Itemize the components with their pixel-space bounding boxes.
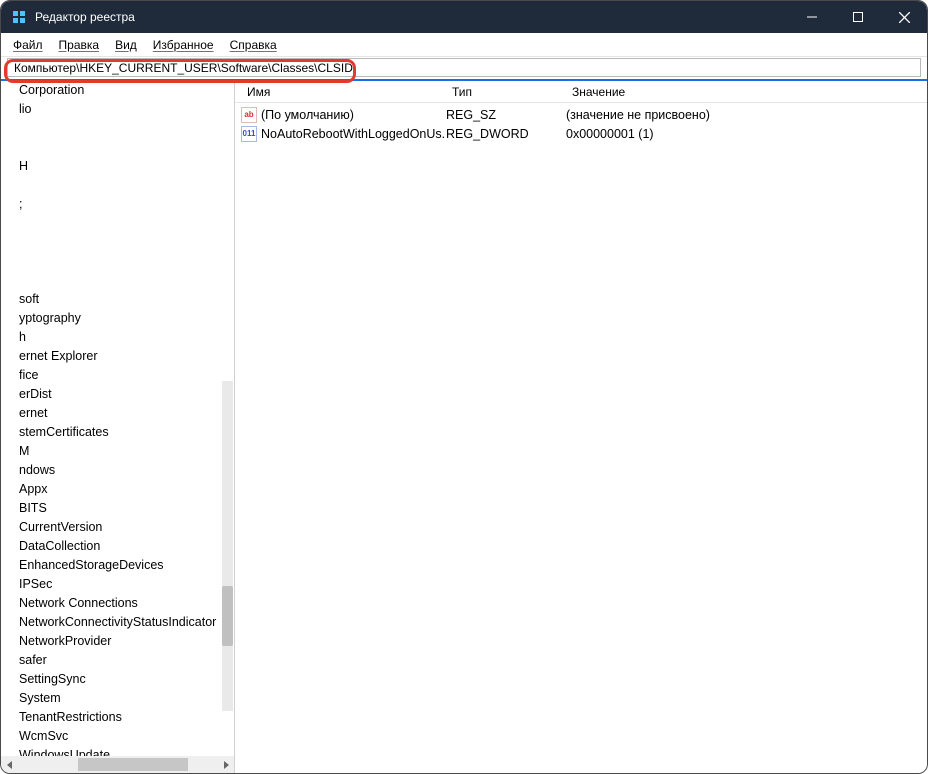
addressbar-container xyxy=(1,57,927,79)
tree-item[interactable]: System xyxy=(1,689,234,708)
menu-favorites[interactable]: Избранное xyxy=(145,36,222,54)
app-icon xyxy=(11,9,27,25)
tree-item[interactable]: ; xyxy=(1,195,234,214)
value-cell-name: ab (По умолчанию) xyxy=(241,107,446,123)
window-title: Редактор реестра xyxy=(35,10,135,24)
tree-item[interactable] xyxy=(1,214,234,233)
tree-item[interactable]: soft xyxy=(1,290,234,309)
tree-item[interactable]: yptography xyxy=(1,309,234,328)
value-cell-name: 011 NoAutoRebootWithLoggedOnUs... xyxy=(241,126,446,142)
tree-item[interactable]: DataCollection xyxy=(1,537,234,556)
tree-item[interactable]: ndows xyxy=(1,461,234,480)
tree-item[interactable]: CurrentVersion xyxy=(1,518,234,537)
values-rows: ab (По умолчанию) REG_SZ(значение не присв… xyxy=(235,103,927,143)
value-name-text: (По умолчанию) xyxy=(261,108,354,122)
value-cell-data: (значение не присвоено) xyxy=(566,108,927,122)
values-panel: Имя Тип Значение ab (По умолчанию) REG_SZ(… xyxy=(235,81,927,773)
menu-help[interactable]: Справка xyxy=(222,36,285,54)
menubar: Файл Правка Вид Избранное Справка xyxy=(1,33,927,57)
tree-item[interactable]: ernet xyxy=(1,404,234,423)
tree-item[interactable]: h xyxy=(1,328,234,347)
tree-scroll[interactable]: Corporationlio H; softyptographyhernet Exp… xyxy=(1,81,234,756)
value-row[interactable]: ab (По умолчанию) REG_SZ(значение не присв… xyxy=(235,105,927,124)
tree-item[interactable] xyxy=(1,271,234,290)
menu-edit[interactable]: Правка xyxy=(51,36,108,54)
tree-item[interactable]: TenantRestrictions xyxy=(1,708,234,727)
address-input[interactable] xyxy=(7,58,921,77)
tree-item[interactable] xyxy=(1,176,234,195)
scroll-right-icon[interactable] xyxy=(217,756,234,773)
scrollbar-thumb[interactable] xyxy=(222,586,233,646)
tree-item[interactable] xyxy=(1,233,234,252)
tree-item[interactable]: M xyxy=(1,442,234,461)
titlebar[interactable]: Редактор реестра xyxy=(1,1,927,33)
tree-horizontal-scrollbar[interactable] xyxy=(1,756,234,773)
tree-vertical-scrollbar[interactable] xyxy=(222,381,233,711)
reg-string-icon: ab xyxy=(241,107,257,123)
tree-item[interactable] xyxy=(1,119,234,138)
menu-view[interactable]: Вид xyxy=(107,36,145,54)
value-row[interactable]: 011 NoAutoRebootWithLoggedOnUs...REG_DWOR… xyxy=(235,124,927,143)
tree-item[interactable]: stemCertificates xyxy=(1,423,234,442)
tree-item[interactable]: Network Connections xyxy=(1,594,234,613)
minimize-button[interactable] xyxy=(789,1,835,33)
content-area: Corporationlio H; softyptographyhernet Exp… xyxy=(1,79,927,773)
tree-item[interactable]: SettingSync xyxy=(1,670,234,689)
tree-item[interactable]: ernet Explorer xyxy=(1,347,234,366)
tree-item[interactable] xyxy=(1,252,234,271)
close-button[interactable] xyxy=(881,1,927,33)
tree-item[interactable]: H xyxy=(1,157,234,176)
value-cell-type: REG_SZ xyxy=(446,108,566,122)
maximize-button[interactable] xyxy=(835,1,881,33)
value-cell-data: 0x00000001 (1) xyxy=(566,127,927,141)
reg-dword-icon: 011 xyxy=(241,126,257,142)
registry-editor-window: Редактор реестра Файл Правка Вид Избранн… xyxy=(0,0,928,774)
value-name-text: NoAutoRebootWithLoggedOnUs... xyxy=(261,127,446,141)
value-cell-type: REG_DWORD xyxy=(446,127,566,141)
tree-item[interactable]: NetworkConnectivityStatusIndicator xyxy=(1,613,234,632)
tree-item[interactable]: BITS xyxy=(1,499,234,518)
tree-item[interactable]: EnhancedStorageDevices xyxy=(1,556,234,575)
scrollbar-hthumb[interactable] xyxy=(78,758,188,771)
tree-item[interactable]: IPSec xyxy=(1,575,234,594)
column-type[interactable]: Тип xyxy=(446,83,566,101)
tree-item[interactable]: WindowsUpdate xyxy=(1,746,234,756)
column-value[interactable]: Значение xyxy=(566,83,927,101)
tree-item[interactable]: fice xyxy=(1,366,234,385)
menu-file[interactable]: Файл xyxy=(5,36,51,54)
scrollbar-track[interactable] xyxy=(18,756,217,773)
tree-item[interactable]: lio xyxy=(1,100,234,119)
tree-item[interactable]: Corporation xyxy=(1,81,234,100)
values-header: Имя Тип Значение xyxy=(235,81,927,103)
tree-panel: Corporationlio H; softyptographyhernet Exp… xyxy=(1,81,235,773)
tree-item[interactable]: WcmSvc xyxy=(1,727,234,746)
tree-item[interactable]: Appx xyxy=(1,480,234,499)
scroll-left-icon[interactable] xyxy=(1,756,18,773)
tree-item[interactable]: safer xyxy=(1,651,234,670)
column-name[interactable]: Имя xyxy=(241,83,446,101)
tree-item[interactable] xyxy=(1,138,234,157)
tree-item[interactable]: erDist xyxy=(1,385,234,404)
tree-item[interactable]: NetworkProvider xyxy=(1,632,234,651)
